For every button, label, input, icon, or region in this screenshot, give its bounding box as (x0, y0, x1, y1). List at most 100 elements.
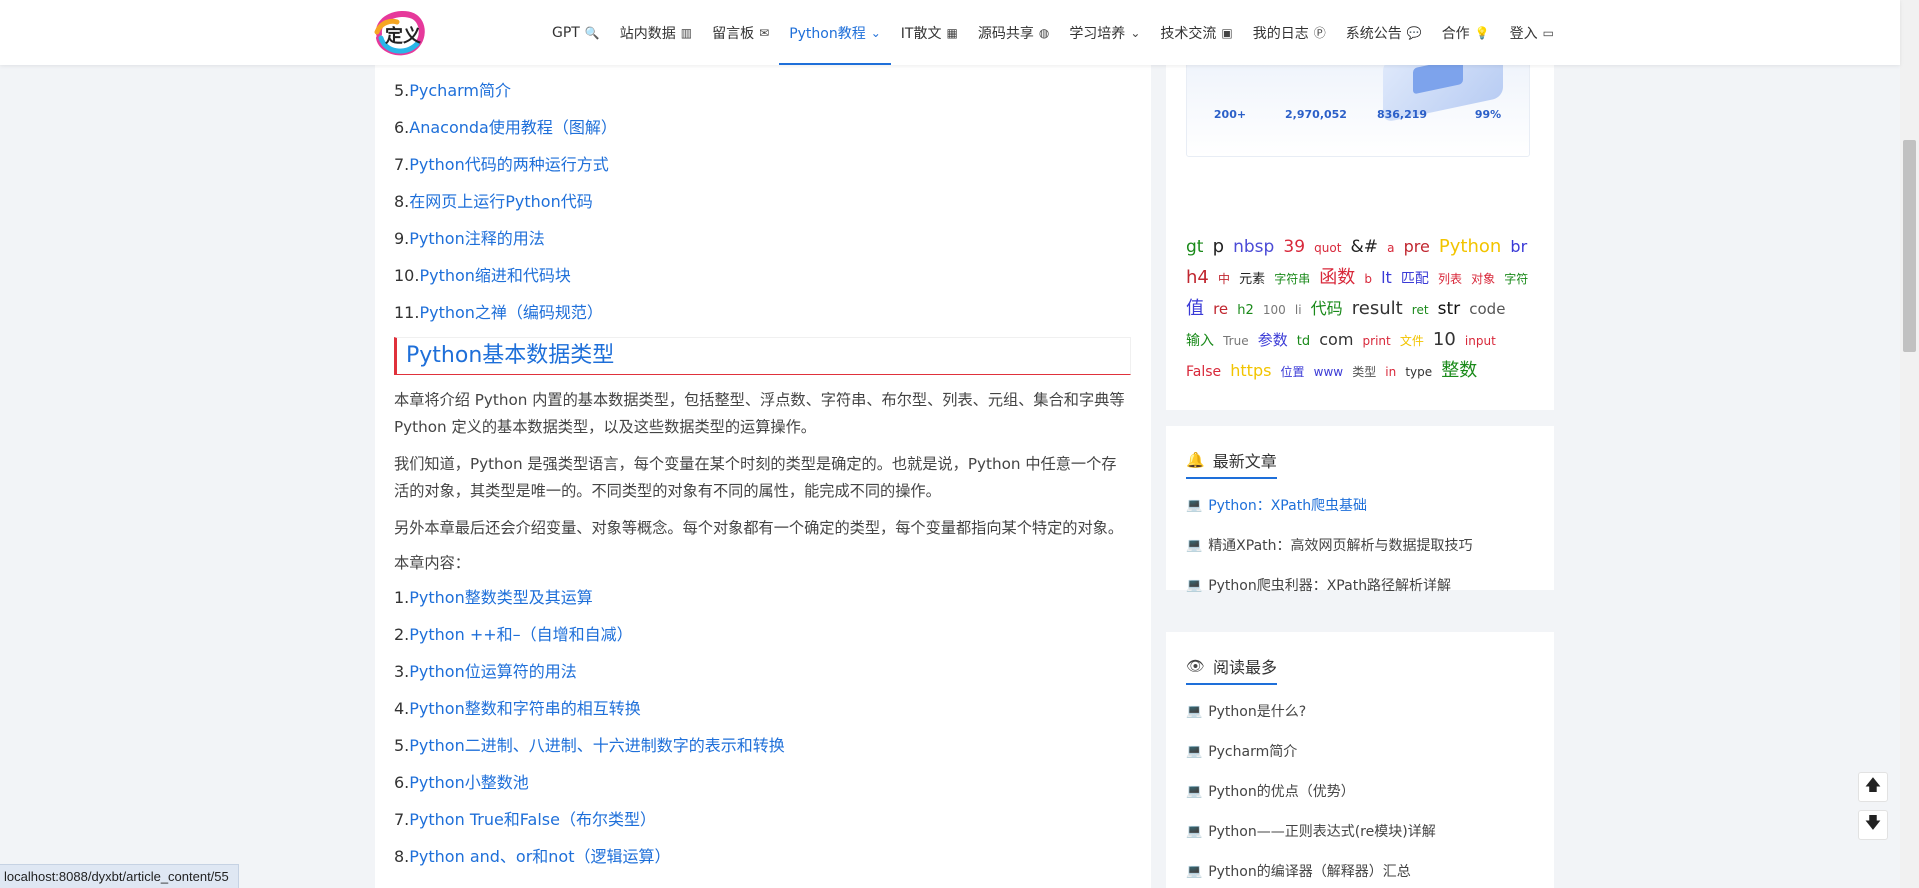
article-list-item[interactable]: 💻 Python——正则表达式(re模块)详解 (1186, 812, 1534, 852)
nav-item-icon: ▥ (680, 25, 693, 40)
article-list-item[interactable]: 💻 Python的优点（优势） (1186, 772, 1534, 812)
site-logo[interactable]: 定义 (371, 8, 429, 58)
tag-link[interactable]: td (1297, 334, 1310, 349)
nav-item-3[interactable]: Python教程 ⌄ (779, 0, 891, 65)
tag-link[interactable]: www (1314, 365, 1343, 379)
toc-item-link[interactable]: Python注释的用法 (409, 229, 544, 248)
toc-item-number: 2. (394, 625, 410, 644)
article-list-item[interactable]: 💻 Python是什么? (1186, 692, 1534, 732)
article-content: 5.Pycharm简介 6.Anaconda使用教程（图解） 7.Python代码的… (375, 65, 1151, 888)
page-scrollbar[interactable] (1900, 0, 1919, 888)
nav-item-label: 登入 (1509, 25, 1538, 42)
tag-link[interactable]: 匹配 (1401, 271, 1429, 287)
article-list-item[interactable]: 💻 Pycharm简介 (1186, 732, 1534, 772)
nav-item-5[interactable]: 源码共享 ◍ (968, 0, 1059, 65)
tag-link[interactable]: quot (1314, 241, 1341, 255)
toc-item-link[interactable]: Python缩进和代码块 (419, 266, 570, 285)
nav-item-1[interactable]: 站内数据 ▥ (610, 0, 702, 65)
tag-link[interactable]: a (1387, 241, 1394, 255)
toc-item-link[interactable]: 在网页上运行Python代码 (409, 192, 592, 211)
tag-link[interactable]: 参数 (1258, 331, 1288, 349)
tag-link[interactable]: True (1223, 334, 1249, 348)
article-paragraph: 本章将介绍 Python 内置的基本数据类型，包括整型、浮点数、字符串、布尔型、… (394, 391, 1125, 436)
article-list-item[interactable]: 💻 精通XPath：高效网页解析与数据提取技巧 (1186, 526, 1534, 566)
toc-item-link[interactable]: Python位运算符的用法 (409, 662, 576, 681)
article-list-item[interactable]: 💻 Python：XPath爬虫基础 (1186, 486, 1534, 526)
tag-link[interactable]: input (1465, 334, 1496, 348)
scroll-to-bottom-button[interactable]: 🡇 (1858, 810, 1888, 840)
nav-item-6[interactable]: 学习培养 ⌄ (1059, 0, 1150, 65)
toc-list-item: 4.Python整数和字符串的相互转换 (394, 690, 1131, 727)
tag-link[interactable]: b (1364, 272, 1372, 286)
toc-item-link[interactable]: Pycharm简介 (409, 81, 511, 100)
tag-link[interactable]: re (1213, 300, 1228, 318)
tag-link[interactable]: print (1363, 334, 1391, 348)
tag-link[interactable]: br (1510, 237, 1527, 256)
tag-link[interactable]: com (1319, 330, 1353, 349)
nav-item-2[interactable]: 留言板 ✉ (702, 0, 779, 65)
tag-link[interactable]: lt (1381, 268, 1392, 287)
tag-link[interactable]: 中 (1218, 272, 1230, 286)
tag-link[interactable]: li (1295, 303, 1302, 317)
tag-link[interactable]: nbsp (1233, 237, 1274, 257)
toc-item-link[interactable]: Python小整数池 (409, 773, 528, 792)
nav-item-8[interactable]: 我的日志 Ⓟ (1243, 0, 1336, 65)
article-list-item[interactable]: 💻 Python爬虫利器：XPath路径解析详解 (1186, 566, 1534, 606)
laptop-icon: 💻 (1186, 498, 1203, 513)
tag-link[interactable]: Python (1439, 236, 1501, 257)
toc-item-link[interactable]: Python and、or和not（逻辑运算） (409, 847, 670, 866)
tag-link[interactable]: ret (1412, 303, 1429, 317)
tag-link[interactable]: 列表 (1438, 272, 1462, 286)
tag-link[interactable]: 文件 (1400, 334, 1424, 348)
tag-link[interactable]: https (1230, 361, 1271, 380)
status-bar-url: localhost:8088/dyxbt/article_content/55 (0, 864, 239, 888)
article-list-item[interactable]: 💻 Python的编译器（解释器）汇总 (1186, 852, 1534, 888)
nav-item-4[interactable]: IT散文 ▦ (891, 0, 968, 65)
toc-item-link[interactable]: Python代码的两种运行方式 (409, 155, 608, 174)
tag-link[interactable]: code (1469, 300, 1505, 318)
nav-item-11[interactable]: 登入 ▭ (1500, 0, 1564, 65)
tag-link[interactable]: 整数 (1441, 360, 1477, 381)
tag-link[interactable]: 对象 (1471, 272, 1495, 286)
tag-link[interactable]: 值 (1186, 298, 1204, 319)
tag-link[interactable]: p (1213, 236, 1224, 257)
tag-link[interactable]: 代码 (1311, 299, 1343, 318)
tag-link[interactable]: 字符 (1504, 272, 1528, 286)
tag-link[interactable]: str (1438, 299, 1461, 319)
toc-item-link[interactable]: Python True和False（布尔类型） (409, 810, 656, 829)
tag-link[interactable]: False (1186, 364, 1221, 380)
tag-link[interactable]: 10 (1433, 329, 1456, 350)
tag-link[interactable]: 函数 (1319, 267, 1355, 288)
toc-item-link[interactable]: Anaconda使用教程（图解） (409, 118, 617, 137)
tag-link[interactable]: gt (1186, 237, 1203, 257)
toc-item-link[interactable]: Python之禅（编码规范） (419, 303, 602, 322)
toc-item-link[interactable]: Python整数类型及其运算 (409, 588, 592, 607)
tag-link[interactable]: 类型 (1352, 365, 1376, 379)
tag-link[interactable]: type (1405, 365, 1432, 379)
toc-item-link[interactable]: Python整数和字符串的相互转换 (409, 699, 640, 718)
tag-link[interactable]: 39 (1283, 237, 1305, 257)
scrollbar-thumb[interactable] (1903, 140, 1916, 352)
tag-link[interactable]: &# (1351, 237, 1379, 257)
nav-item-9[interactable]: 系统公告 💬 (1336, 0, 1432, 65)
tag-link[interactable]: pre (1404, 237, 1430, 256)
tag-link[interactable]: 输入 (1186, 333, 1214, 349)
tag-link[interactable]: 位置 (1281, 365, 1305, 379)
tag-link[interactable]: 元素 (1239, 272, 1265, 287)
tag-link[interactable]: h4 (1186, 267, 1209, 288)
promo-banner-image[interactable]: 200+ 2,970,052 836,219 99% (1186, 55, 1530, 157)
toc-item-link[interactable]: Python二进制、八进制、十六进制数字的表示和转换 (409, 736, 784, 755)
tag-link[interactable]: h2 (1237, 303, 1254, 318)
nav-item-10[interactable]: 合作 💡 (1432, 0, 1500, 65)
tag-link[interactable]: result (1352, 298, 1403, 319)
toc-list-chapter: 1.Python整数类型及其运算 2.Python ++和–（自增和自减） 3.Py… (394, 579, 1131, 875)
tag-link[interactable]: 100 (1263, 303, 1286, 317)
nav-item-7[interactable]: 技术交流 ▣ (1150, 0, 1242, 65)
nav-item-0[interactable]: GPT 🔍 (542, 0, 610, 65)
toc-item-link[interactable]: Python ++和–（自增和自减） (409, 625, 632, 644)
toc-list-item: 7.Python True和False（布尔类型） (394, 801, 1131, 838)
tag-link[interactable]: 字符串 (1274, 272, 1310, 286)
arrow-down-icon: 🡇 (1864, 812, 1882, 832)
tag-link[interactable]: in (1385, 365, 1396, 379)
scroll-to-top-button[interactable]: 🡅 (1858, 772, 1888, 802)
